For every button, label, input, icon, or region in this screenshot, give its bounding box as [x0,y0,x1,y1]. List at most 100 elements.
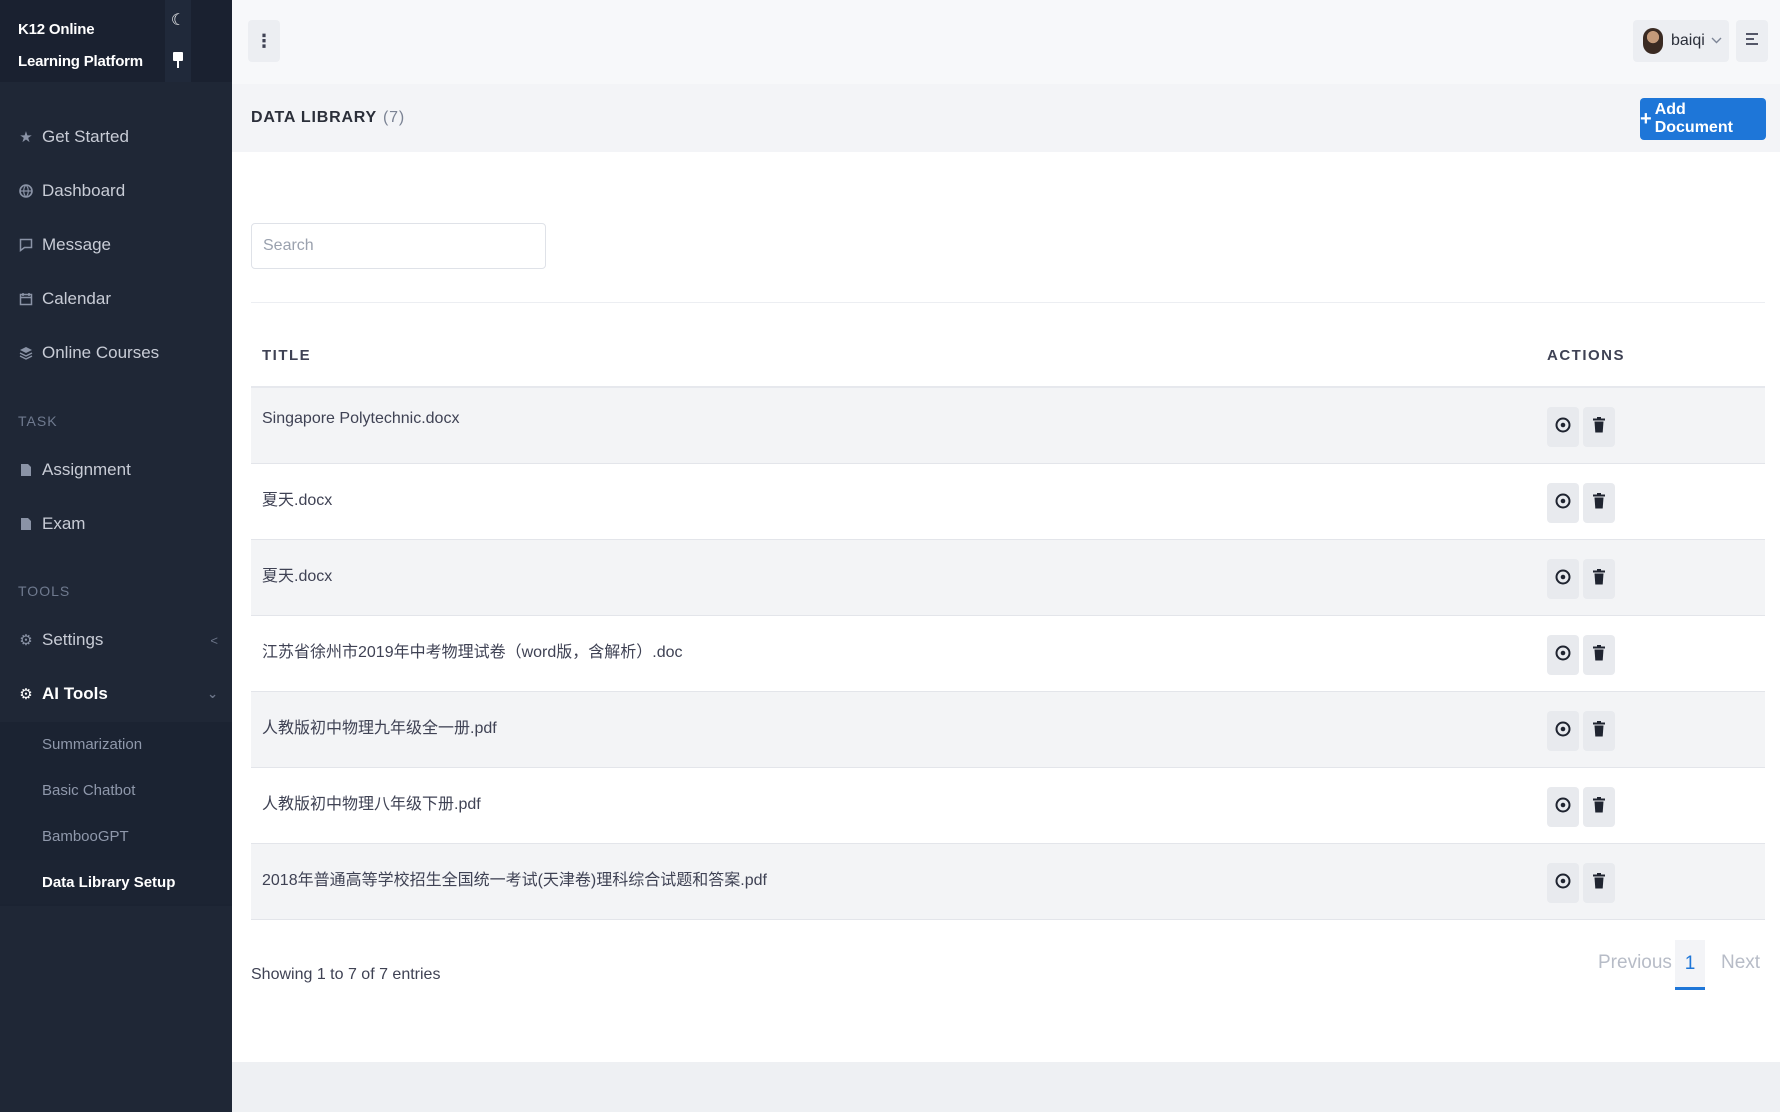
chevron-left-icon: < [210,632,218,648]
brand-tools: ☾ [165,0,191,82]
delete-button[interactable] [1583,863,1615,903]
add-document-button[interactable]: + Add Document [1640,98,1766,140]
plus-icon: + [1640,107,1652,130]
moon-icon[interactable]: ☾ [165,7,191,33]
page-title-count: (7) [383,109,405,126]
menu-toggle-button[interactable] [1736,20,1768,62]
sidebar-item-label: Dashboard [42,181,126,200]
brand-title: K12 Online Learning Platform [18,21,143,70]
pagination-page-1[interactable]: 1 [1675,940,1705,990]
star-icon: ★ [19,129,33,146]
trash-icon [1593,644,1605,666]
sidebar-subitem-data-library-setup[interactable]: Data Library Setup [0,860,232,904]
section-label-task: TASK [18,413,58,429]
view-button[interactable] [1547,635,1579,675]
sidebar-item-assignment[interactable]: Assignment [0,450,232,490]
view-button[interactable] [1547,787,1579,827]
menu-icon [1745,32,1759,50]
column-header-actions: ACTIONS [1547,347,1625,364]
sidebar-item-exam[interactable]: Exam [0,504,232,544]
eye-icon [1555,417,1571,438]
sidebar: K12 Online Learning Platform ☾ ★ Get Sta… [0,0,232,1112]
calendar-icon [18,291,34,307]
eye-icon [1555,569,1571,590]
sidebar-item-calendar[interactable]: Calendar [0,279,232,319]
chevron-down-icon [1711,35,1722,47]
gear-icon: ⚙ [19,632,33,649]
eye-icon [1555,797,1571,818]
sidebar-item-label: Calendar [42,289,111,308]
kebab-icon: ⋮ [255,30,273,51]
chat-icon [18,237,34,253]
eye-icon [1555,873,1571,894]
more-options-button[interactable]: ⋮ [248,20,280,62]
delete-button[interactable] [1583,483,1615,523]
trash-icon [1593,416,1605,438]
sidebar-subitem-basic-chatbot[interactable]: Basic Chatbot [0,768,232,812]
row-title: 人教版初中物理八年级下册.pdf [262,796,481,813]
user-menu-button[interactable]: baiqi [1633,20,1729,62]
row-title: Singapore Polytechnic.docx [262,410,460,427]
view-button[interactable] [1547,559,1579,599]
avatar [1643,28,1663,54]
column-header-title[interactable]: TITLE [262,347,311,364]
trash-icon [1593,492,1605,514]
sidebar-item-label: Online Courses [42,343,160,362]
sidebar-item-label: AI Tools [42,684,108,703]
table-row: 2018年普通高等学校招生全国统一考试(天津卷)理科综合试题和答案.pdf [251,844,1765,920]
divider [251,302,1765,303]
pagination-previous[interactable]: Previous [1598,952,1672,974]
trash-icon [1593,720,1605,742]
sidebar-item-label: Get Started [42,127,129,146]
table-row: 人教版初中物理九年级全一册.pdf [251,692,1765,768]
trash-icon [1593,872,1605,894]
delete-button[interactable] [1583,407,1615,447]
delete-button[interactable] [1583,787,1615,827]
sidebar-item-label: Settings [42,630,104,649]
table-row: 江苏省徐州市2019年中考物理试卷（word版，含解析）.doc [251,616,1765,692]
sidebar-item-get-started[interactable]: ★ Get Started [0,117,232,157]
table-row: 人教版初中物理八年级下册.pdf [251,768,1765,844]
view-button[interactable] [1547,711,1579,751]
table-row: Singapore Polytechnic.docx [251,388,1765,464]
view-button[interactable] [1547,407,1579,447]
sidebar-item-dashboard[interactable]: Dashboard [0,171,232,211]
trash-icon [1593,796,1605,818]
sidebar-subitem-bamboogpt[interactable]: BambooGPT [0,814,232,858]
table-row: 夏天.docx [251,540,1765,616]
pin-icon[interactable] [165,47,191,73]
view-button[interactable] [1547,483,1579,523]
table-info: Showing 1 to 7 of 7 entries [251,966,441,983]
ai-tools-submenu: Summarization Basic Chatbot BambooGPT Da… [0,722,232,906]
header: ⋮ baiqi [232,0,1780,84]
add-document-label: Add Document [1654,101,1733,136]
sidebar-item-ai-tools[interactable]: ⚙ AI Tools ⌄ [0,674,232,714]
user-name: baiqi [1671,32,1705,49]
sidebar-item-label: Message [42,235,111,254]
row-title: 夏天.docx [262,568,333,585]
row-title: 夏天.docx [262,492,333,509]
sidebar-item-message[interactable]: Message [0,225,232,265]
trash-icon [1593,568,1605,590]
section-label-tools: TOOLS [18,583,71,599]
table-row: 夏天.docx [251,464,1765,540]
globe-icon [18,183,34,199]
pagination-next[interactable]: Next [1721,952,1760,974]
sidebar-item-label: Assignment [42,460,131,479]
search-input[interactable] [251,223,546,269]
sidebar-item-online-courses[interactable]: Online Courses [0,333,232,373]
view-button[interactable] [1547,863,1579,903]
row-title: 人教版初中物理九年级全一册.pdf [262,720,497,737]
sidebar-item-settings[interactable]: ⚙ Settings < [0,620,232,660]
delete-button[interactable] [1583,559,1615,599]
eye-icon [1555,721,1571,742]
sidebar-item-label: Exam [42,514,86,533]
chevron-down-icon: ⌄ [207,686,218,701]
page-title: DATA LIBRARY (7) [251,109,405,127]
delete-button[interactable] [1583,711,1615,751]
eye-icon [1555,493,1571,514]
data-library-card: TITLE ACTIONS Singapore Polytechnic.docx… [232,152,1780,1062]
sidebar-subitem-summarization[interactable]: Summarization [0,722,232,766]
row-title: 江苏省徐州市2019年中考物理试卷（word版，含解析）.doc [262,644,683,661]
delete-button[interactable] [1583,635,1615,675]
